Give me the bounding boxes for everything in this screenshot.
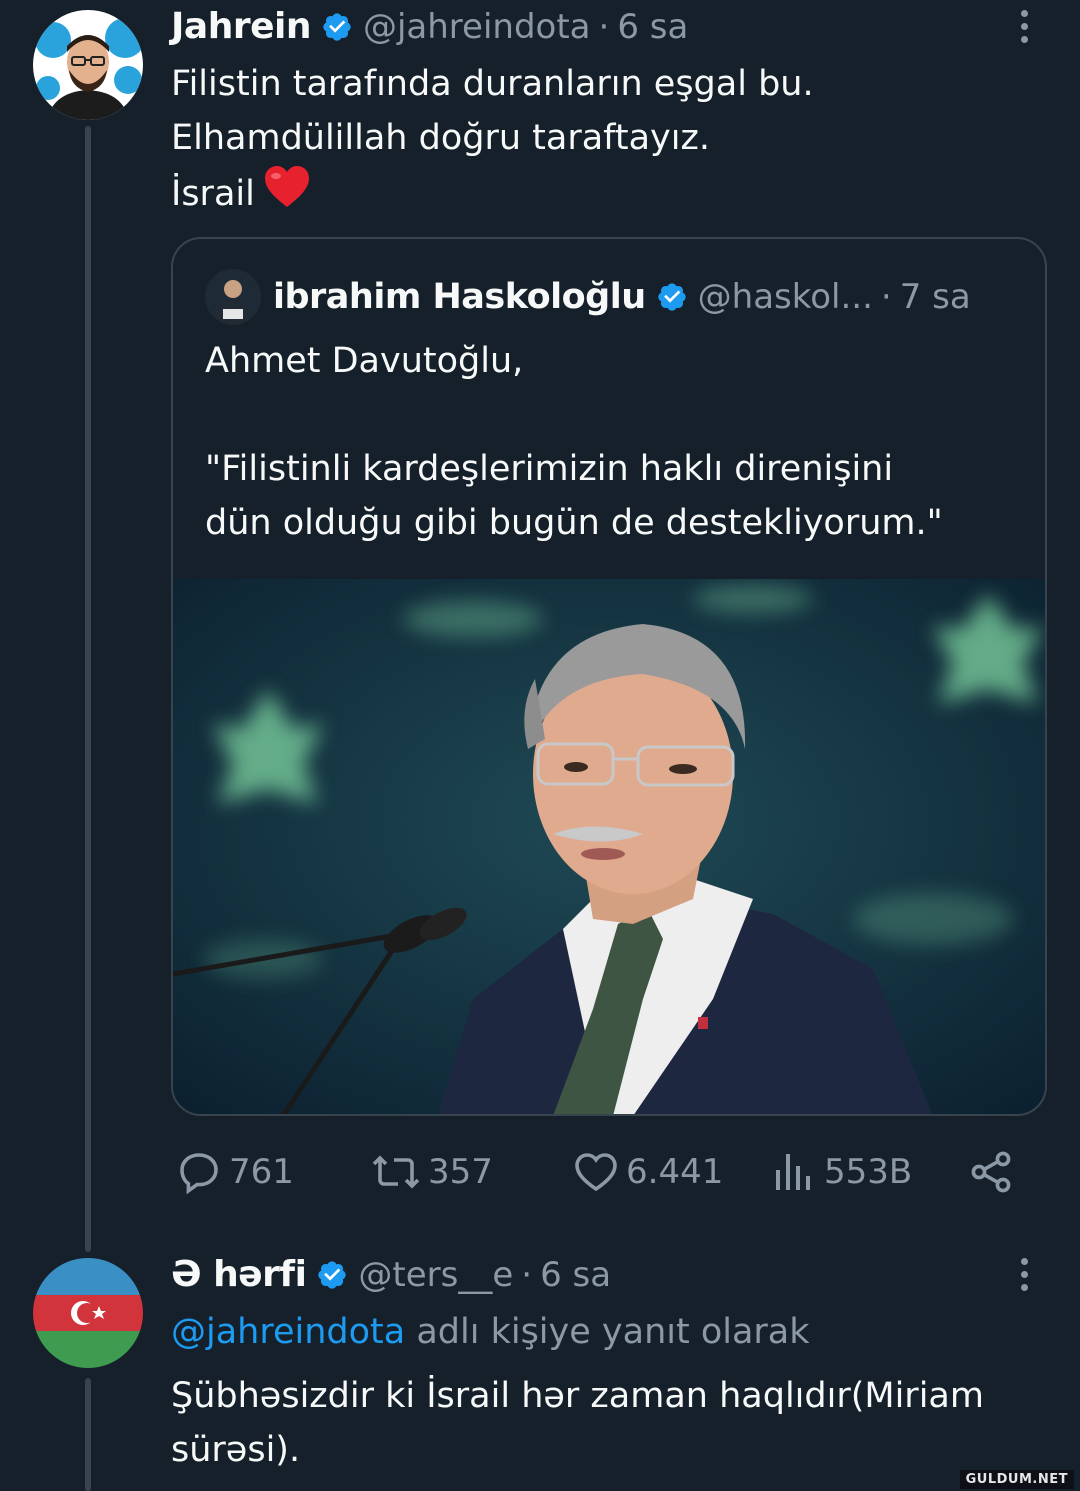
like-button[interactable]: 6.441 [572, 1147, 723, 1197]
quoted-text-line: Ahmet Davutoğlu, [205, 341, 524, 381]
verified-badge-icon [656, 281, 688, 313]
tweet-text-line: Elhamdülillah doğru taraftayız. [171, 118, 710, 158]
tweet-text-line: Şübhəsizdir ki İsrail hər zaman haqlıdır… [171, 1376, 984, 1416]
retweet-button[interactable]: 357 [370, 1147, 493, 1197]
heart-icon [575, 1153, 617, 1192]
like-count: 6.441 [626, 1152, 724, 1192]
views-button[interactable]: 553B [770, 1147, 912, 1197]
reply-icon [180, 1153, 218, 1195]
avatar-jahrein[interactable] [33, 10, 143, 120]
quoted-tweet-header: ibrahim Haskoloğlu @haskol... · 7 sa [205, 269, 971, 325]
tweet-text-line-3: İsrail [171, 165, 814, 225]
tweet-text-line: Filistin tarafında duranların eşgal bu. [171, 64, 814, 104]
handle[interactable]: @ters__e [358, 1255, 513, 1295]
quoted-handle[interactable]: @haskol... [698, 277, 873, 317]
replying-to: @jahreindota adlı kişiye yanıt olarak [171, 1312, 810, 1352]
quoted-tweet-card[interactable]: ibrahim Haskoloğlu @haskol... · 7 sa Ahm… [171, 237, 1047, 1116]
separator-dot: · [521, 1254, 533, 1295]
views-count: 553B [824, 1152, 913, 1192]
tweet-body: Şübhəsizdir ki İsrail hər zaman haqlıdır… [171, 1369, 984, 1477]
share-button[interactable] [967, 1147, 1015, 1197]
display-name[interactable]: Jahrein [171, 6, 311, 47]
quoted-timestamp[interactable]: 7 sa [900, 277, 971, 317]
separator-dot: · [598, 6, 610, 47]
quoted-tweet-photo[interactable] [173, 579, 1045, 1114]
site-watermark: GULDUM.NET [959, 1470, 1074, 1489]
handle[interactable]: @jahreindota [363, 7, 591, 47]
quoted-display-name[interactable]: ibrahim Haskoloğlu [273, 277, 646, 317]
tweet-text-line: sürəsi). [171, 1430, 301, 1470]
tweet-body: Filistin tarafında duranların eşgal bu. … [171, 57, 814, 225]
tweet-action-bar: 761 357 6.441 553B [175, 1147, 1015, 1197]
display-name[interactable]: Ə hərfi [171, 1254, 307, 1295]
tweet-text-line: İsrail [171, 174, 255, 214]
reply-to-suffix: adlı kişiye yanıt olarak [405, 1312, 810, 1352]
thread-connector-line-bottom [85, 1378, 91, 1491]
quoted-text-line: dün olduğu gibi bugün de destekliyorum." [205, 503, 943, 543]
tweet-header: Ə hərfi @ters__e · 6 sa [171, 1254, 611, 1295]
more-options-icon[interactable] [1016, 1258, 1032, 1291]
share-icon [971, 1151, 1011, 1193]
separator-dot: · [880, 277, 892, 317]
quoted-tweet-body: Ahmet Davutoğlu, "Filistinli kardeşlerim… [205, 334, 943, 550]
reply-button[interactable]: 761 [175, 1147, 294, 1197]
timeline: Jahrein @jahreindota · 6 sa Filistin tar… [0, 0, 1080, 1491]
analytics-icon [776, 1154, 810, 1190]
retweet-icon [372, 1155, 420, 1189]
timestamp[interactable]: 6 sa [540, 1255, 611, 1295]
quoted-text-line [205, 388, 943, 442]
reply-count: 761 [229, 1152, 294, 1192]
timestamp[interactable]: 6 sa [617, 7, 688, 47]
avatar-e-herfi[interactable] [33, 1258, 143, 1368]
more-options-icon[interactable] [1016, 10, 1032, 43]
verified-badge-icon [316, 1259, 348, 1291]
quoted-text-line: "Filistinli kardeşlerimizin haklı direni… [205, 449, 894, 489]
retweet-count: 357 [428, 1152, 493, 1192]
verified-badge-icon [321, 11, 353, 43]
avatar-ibrahim-haskologlu[interactable] [205, 269, 261, 325]
red-heart-icon [263, 165, 311, 225]
reply-mention-link[interactable]: @jahreindota [171, 1312, 405, 1352]
tweet-header: Jahrein @jahreindota · 6 sa [171, 6, 688, 47]
thread-connector-line [85, 126, 91, 1252]
